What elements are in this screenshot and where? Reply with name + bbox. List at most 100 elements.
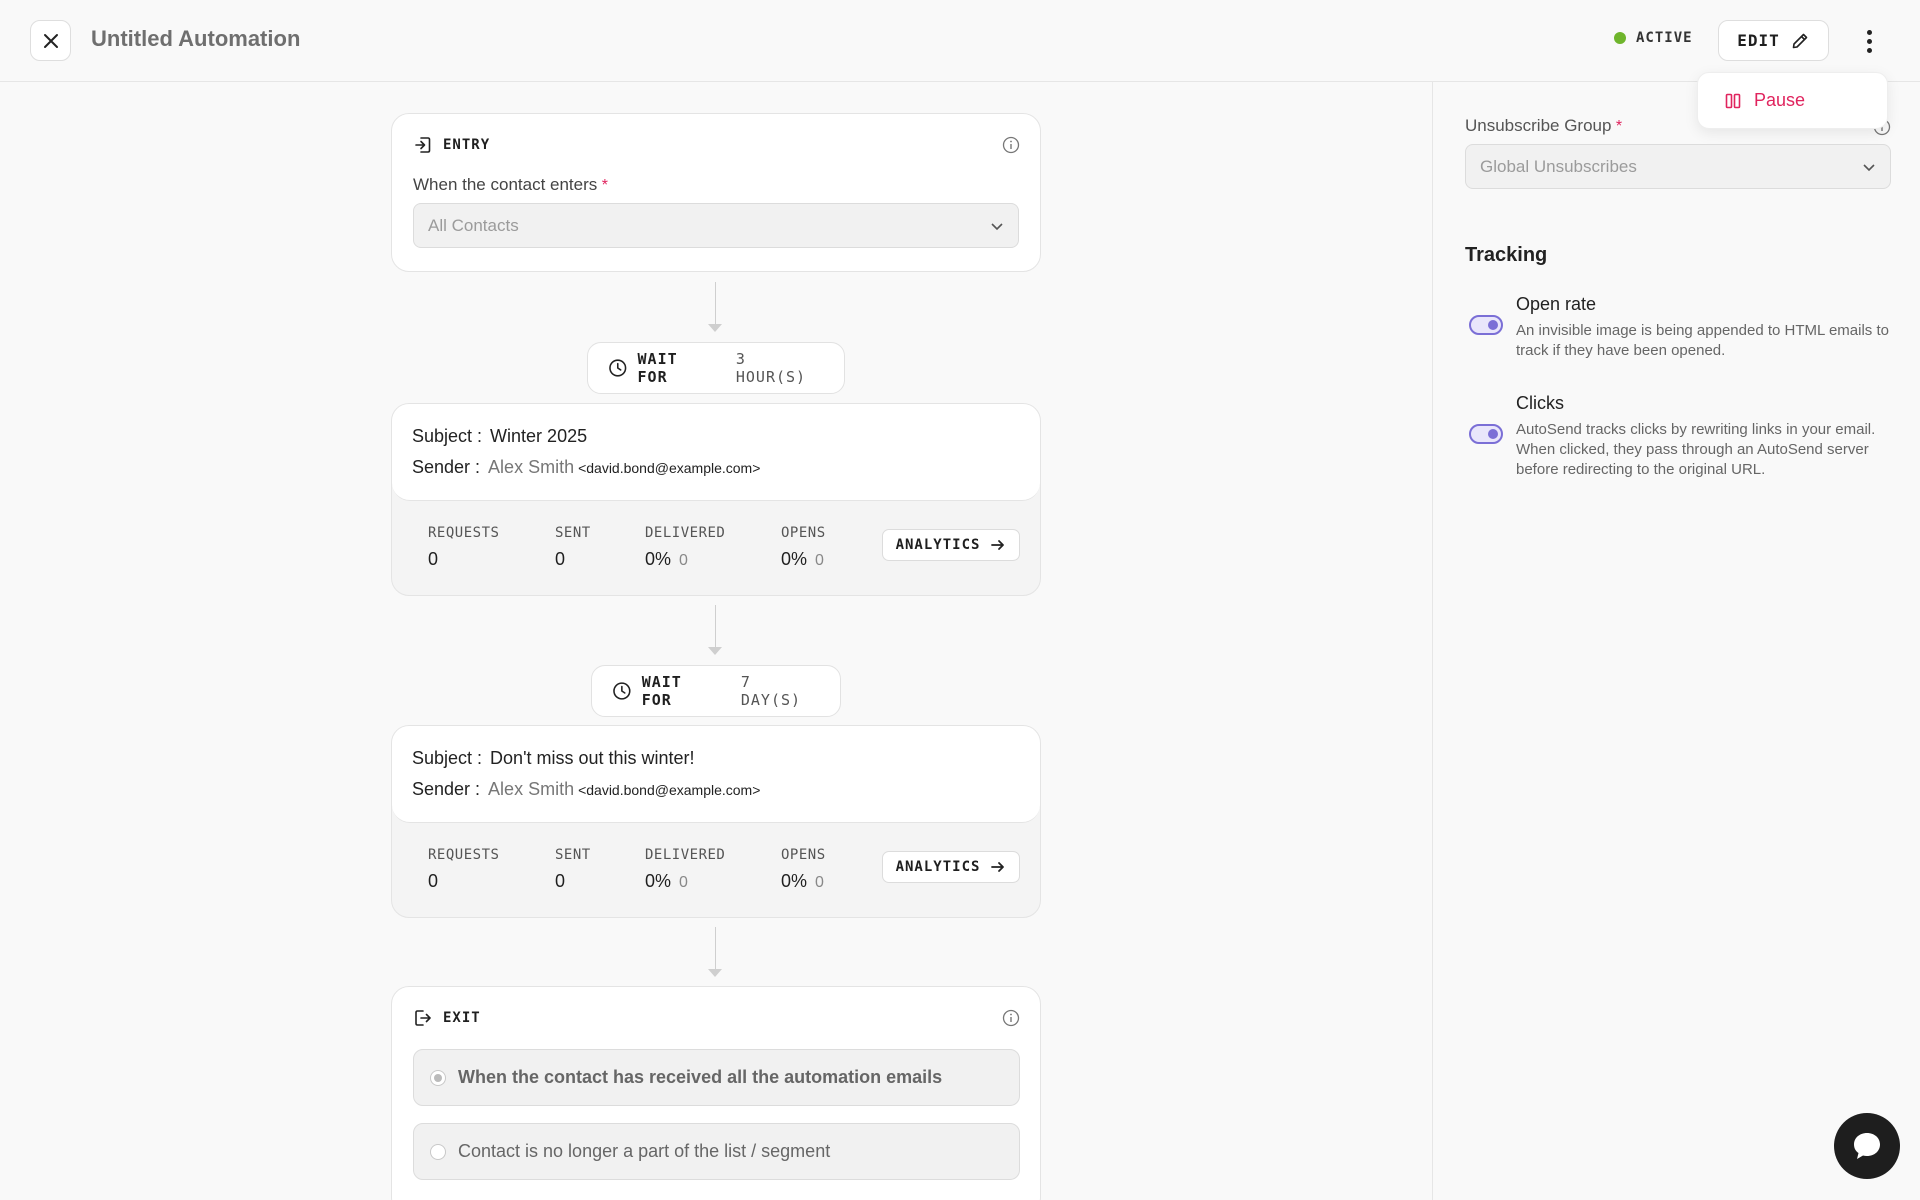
stat-percent: 0%: [645, 871, 672, 891]
email-details: Subject : Don't miss out this winter! Se…: [392, 726, 1040, 823]
stat-value: 0% 0: [645, 871, 725, 892]
stat-value: 0% 0: [781, 871, 826, 892]
stat-sent: SENT 0: [555, 847, 591, 892]
open-rate-description: An invisible image is being appended to …: [1516, 322, 1889, 359]
unsubscribe-select-value: Global Unsubscribes: [1480, 156, 1637, 176]
edit-button[interactable]: EDIT: [1718, 20, 1829, 61]
menu-item-pause[interactable]: Pause: [1697, 72, 1888, 129]
stat-count: 0: [815, 874, 824, 891]
stat-count: 0: [679, 874, 688, 891]
exit-heading: EXIT: [413, 1008, 1019, 1028]
chat-bubble-icon: [1854, 1133, 1880, 1159]
stat-label: SENT: [555, 847, 591, 863]
entry-select-value: All Contacts: [428, 215, 519, 235]
chat-button[interactable]: [1834, 1113, 1900, 1179]
arrow-right-icon: [991, 540, 1005, 550]
kebab-dot-icon: [1866, 29, 1872, 35]
connector-line: [715, 282, 716, 328]
entry-heading: ENTRY: [413, 135, 1019, 155]
arrow-down-icon: [708, 647, 722, 655]
exit-option-all-emails[interactable]: When the contact has received all the au…: [413, 1049, 1020, 1106]
edit-label: EDIT: [1737, 31, 1780, 50]
subject-label: Subject :: [412, 426, 483, 446]
exit-option-not-in-list[interactable]: Contact is no longer a part of the list …: [413, 1123, 1020, 1180]
pause-label: Pause: [1754, 90, 1806, 110]
settings-panel: Unsubscribe Group * Global Unsubscribes …: [1432, 82, 1920, 1200]
radio-button[interactable]: [430, 1143, 446, 1160]
clicks-toggle[interactable]: [1469, 424, 1503, 444]
unsubscribe-label-text: Unsubscribe Group: [1465, 116, 1612, 135]
more-options-button[interactable]: [1854, 22, 1884, 60]
stat-value: 0: [428, 871, 439, 891]
open-rate-toggle[interactable]: [1469, 315, 1503, 335]
close-icon: [43, 33, 58, 48]
status-text: ACTIVE: [1636, 30, 1693, 46]
chevron-down-icon: [1863, 163, 1875, 171]
entry-field-label-text: When the contact enters: [413, 175, 598, 194]
enter-icon: [415, 137, 431, 153]
entry-select[interactable]: All Contacts: [413, 203, 1019, 248]
stat-value: 0% 0: [781, 549, 826, 570]
stat-requests: REQUESTS 0: [428, 847, 499, 892]
required-mark: *: [601, 177, 608, 194]
open-rate-title: Open rate: [1516, 294, 1597, 314]
arrow-right-icon: [991, 862, 1005, 872]
email-subject-row: Subject : Winter 2025: [412, 426, 1020, 447]
email-subject-row: Subject : Don't miss out this winter!: [412, 748, 1020, 769]
wait-value: 7 DAY(S): [740, 673, 802, 709]
stat-value: 0: [555, 549, 566, 569]
stat-value: 0% 0: [645, 549, 725, 570]
email-step-1[interactable]: Subject : Winter 2025 Sender : Alex Smit…: [391, 403, 1041, 596]
arrow-down-icon: [708, 324, 722, 332]
stat-opens: OPENS 0% 0: [781, 525, 826, 570]
wait-step-1[interactable]: WAIT FOR 3 HOUR(S): [587, 342, 845, 394]
clicks-title: Clicks: [1516, 393, 1564, 413]
stat-label: OPENS: [781, 847, 826, 863]
subject-value: Winter 2025: [490, 426, 588, 446]
tracking-title: Tracking: [1465, 244, 1548, 266]
info-icon[interactable]: [1002, 1009, 1020, 1027]
page-title: Untitled Automation: [91, 26, 301, 51]
stat-percent: 0%: [645, 549, 672, 569]
entry-card: ENTRY When the contact enters * All Cont…: [391, 113, 1041, 272]
chevron-down-icon: [991, 222, 1003, 230]
required-mark: *: [1615, 118, 1623, 135]
status-badge: ACTIVE: [1614, 30, 1693, 46]
subject-value: Don't miss out this winter!: [490, 748, 695, 768]
email-details: Subject : Winter 2025 Sender : Alex Smit…: [392, 404, 1040, 501]
connector-line: [715, 927, 716, 973]
subject-label: Subject :: [412, 748, 483, 768]
stat-percent: 0%: [781, 871, 808, 891]
radio-button[interactable]: [430, 1069, 446, 1086]
analytics-button[interactable]: ANALYTICS: [882, 529, 1020, 561]
top-bar: Untitled Automation ACTIVE EDIT: [0, 0, 1920, 82]
email-stats: REQUESTS 0 SENT 0 DELIVERED 0% 0 OPENS 0%…: [392, 501, 1040, 595]
sender-label: Sender :: [412, 779, 481, 799]
entry-heading-text: ENTRY: [443, 137, 491, 153]
sender-name: Alex Smith: [488, 457, 575, 477]
kebab-dot-icon: [1866, 47, 1872, 53]
status-dot-icon: [1614, 32, 1626, 44]
stat-delivered: DELIVERED 0% 0: [645, 525, 725, 570]
wait-value: 3 HOUR(S): [735, 350, 807, 386]
stat-label: REQUESTS: [428, 847, 500, 863]
email-step-2[interactable]: Subject : Don't miss out this winter! Se…: [391, 725, 1041, 918]
close-button[interactable]: [30, 20, 71, 61]
stat-label: DELIVERED: [645, 847, 726, 863]
unsubscribe-select[interactable]: Global Unsubscribes: [1465, 144, 1891, 189]
info-icon[interactable]: [1002, 136, 1020, 154]
arrow-down-icon: [708, 969, 722, 977]
analytics-label: ANALYTICS: [895, 537, 981, 553]
sender-email: <david.bond@example.com>: [578, 460, 761, 476]
stat-value: 0: [555, 871, 566, 891]
analytics-button[interactable]: ANALYTICS: [882, 851, 1020, 883]
email-stats: REQUESTS 0 SENT 0 DELIVERED 0% 0 OPENS 0%…: [392, 823, 1040, 917]
clicks-description: AutoSend tracks clicks by rewriting link…: [1516, 421, 1876, 478]
stat-count: 0: [679, 552, 688, 569]
stat-count: 0: [815, 552, 824, 569]
wait-step-2[interactable]: WAIT FOR 7 DAY(S): [591, 665, 841, 717]
exit-option-label: Contact is no longer a part of the list …: [458, 1141, 831, 1161]
sender-email: <david.bond@example.com>: [578, 782, 761, 798]
wait-label: WAIT FOR: [641, 673, 682, 709]
sender-label: Sender :: [412, 457, 481, 477]
